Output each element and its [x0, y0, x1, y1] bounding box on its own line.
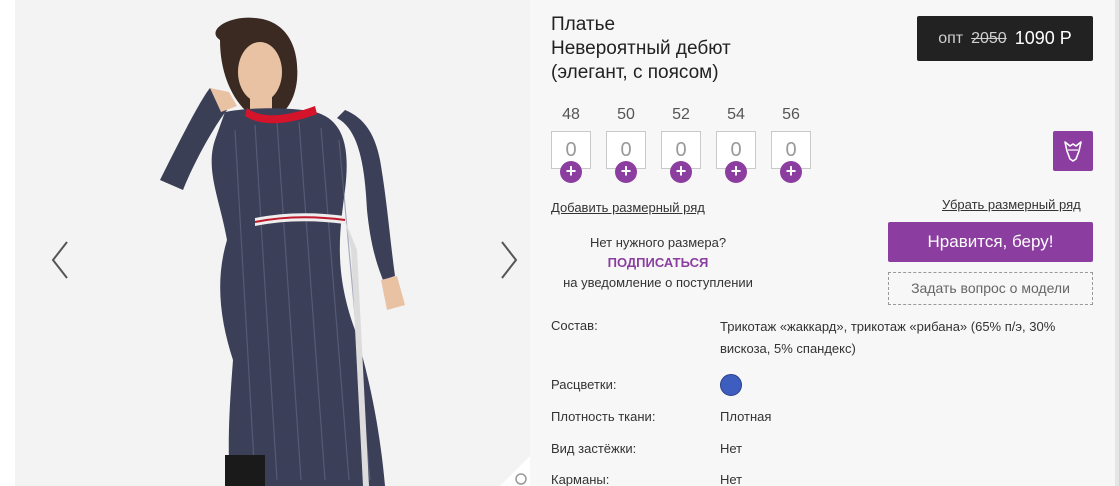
size-option: 48 0 + — [551, 104, 591, 183]
color-swatch[interactable] — [720, 374, 742, 396]
spec-density: Плотность ткани: Плотная — [551, 406, 1091, 428]
restock-notify: Нет нужного размера? ПОДПИСАТЬСЯ на увед… — [551, 233, 765, 293]
spec-value — [720, 374, 1091, 396]
notify-question: Нет нужного размера? — [589, 235, 727, 250]
zoom-corner-icon[interactable] — [500, 456, 530, 486]
size-label: 50 — [617, 106, 635, 123]
buy-button[interactable]: Нравится, беру! — [888, 222, 1093, 262]
size-option: 50 0 + — [606, 104, 646, 183]
size-label: 52 — [672, 106, 690, 123]
plus-icon[interactable]: + — [780, 161, 802, 183]
plus-icon[interactable]: + — [725, 161, 747, 183]
size-chart-button[interactable] — [1053, 131, 1093, 171]
size-option: 52 0 + — [661, 104, 701, 183]
product-gallery — [15, 0, 530, 486]
scrollbar-track[interactable] — [1115, 0, 1119, 486]
spec-label: Плотность ткани: — [551, 409, 656, 424]
plus-icon[interactable]: + — [615, 161, 637, 183]
spec-pockets: Карманы: Нет — [551, 469, 1091, 486]
price-box: опт 2050 1090 Р — [917, 16, 1093, 61]
body-measurement-icon — [1064, 141, 1082, 162]
subscribe-link[interactable]: ПОДПИСАТЬСЯ — [551, 253, 765, 273]
current-price: 1090 Р — [1014, 28, 1072, 48]
price-label: опт — [938, 29, 964, 47]
next-photo-arrow-icon[interactable] — [496, 238, 520, 282]
spec-fastener: Вид застёжки: Нет — [551, 438, 1091, 460]
spec-label: Расцветки: — [551, 377, 617, 392]
spec-value: Плотная — [720, 409, 772, 424]
product-title: Платье Невероятный дебют (элегант, с поя… — [551, 13, 851, 85]
spec-colors: Расцветки: — [551, 374, 1091, 396]
spec-value: Нет — [720, 472, 743, 486]
spec-value: Нет — [720, 441, 743, 456]
remove-size-row-link[interactable]: Убрать размерный ряд — [942, 197, 1081, 212]
plus-icon[interactable]: + — [670, 161, 692, 183]
size-label: 48 — [562, 106, 580, 123]
product-title-line3: (элегант, с поясом) — [551, 62, 719, 83]
size-option: 54 0 + — [716, 104, 756, 183]
spec-label: Вид застёжки: — [551, 441, 637, 456]
product-photo — [15, 0, 530, 486]
spec-label: Карманы: — [551, 472, 610, 486]
size-option: 56 0 + — [771, 104, 811, 183]
size-selector: 48 0 + 50 0 + 52 0 + 54 0 + 56 0 + — [551, 104, 811, 183]
spec-label: Состав: — [551, 318, 598, 333]
size-label: 56 — [782, 106, 800, 123]
product-title-line2: Невероятный дебют — [551, 38, 731, 59]
ask-question-button[interactable]: Задать вопрос о модели — [888, 272, 1093, 305]
old-price: 2050 — [971, 29, 1007, 47]
prev-photo-arrow-icon[interactable] — [49, 238, 73, 282]
spec-value: Трикотаж «жаккард», трикотаж «рибана» (6… — [720, 319, 1056, 356]
size-label: 54 — [727, 106, 745, 123]
notify-description: на уведомление о поступлении — [563, 275, 753, 290]
plus-icon[interactable]: + — [560, 161, 582, 183]
product-title-line1: Платье — [551, 14, 616, 35]
add-size-row-link[interactable]: Добавить размерный ряд — [551, 200, 705, 215]
spec-composition: Состав: Трикотаж «жаккард», трикотаж «ри… — [551, 316, 1091, 360]
